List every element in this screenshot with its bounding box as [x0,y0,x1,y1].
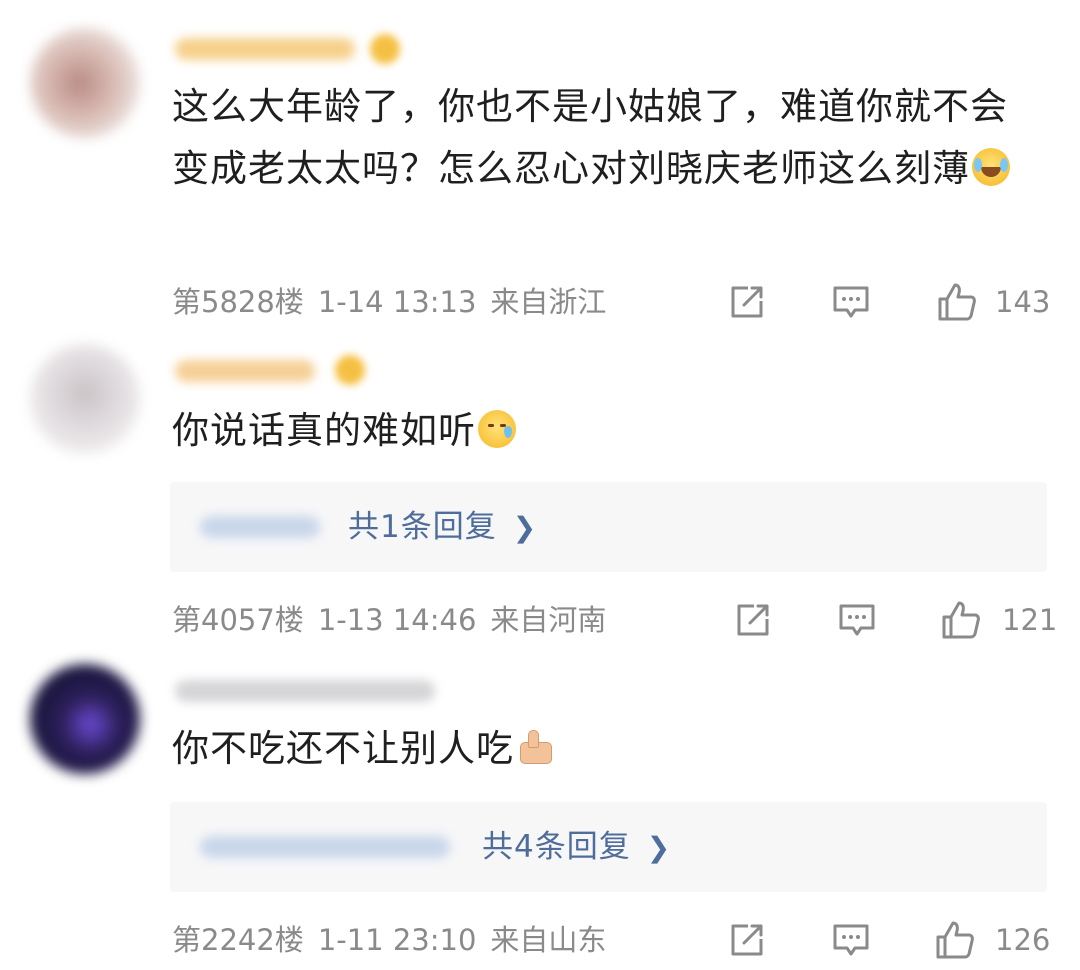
comment-3: 你不吃还不让别人吃 共4条回复 ❯ 第2242楼 1-11 23:10 来自山东 12… [0,0,1080,970]
comment-date: 1-11 23:10 [317,923,477,957]
username-blurred[interactable] [175,680,435,702]
comment-meta: 第2242楼 1-11 23:10 来自山东 [172,920,620,960]
reply-count-label: 共4条回复 [482,829,631,865]
like-icon[interactable] [934,919,976,961]
avatar[interactable] [30,664,140,774]
share-icon[interactable] [728,921,766,959]
reply-box[interactable]: 共4条回复 ❯ [170,802,1047,892]
comment-location: 来自山东 [490,923,607,957]
reply-username-blurred [200,836,450,858]
floor-number: 第2242楼 [172,923,304,957]
comment-icon[interactable] [832,921,870,959]
view-replies-link[interactable]: 共4条回复 ❯ [482,826,671,869]
thumbs-up-icon [516,728,554,766]
like-count: 126 [995,923,1051,957]
chevron-right-icon: ❯ [646,831,672,864]
comment-text: 你不吃还不让别人吃 [172,718,1042,780]
comment-body: 你不吃还不让别人吃 [172,727,514,770]
